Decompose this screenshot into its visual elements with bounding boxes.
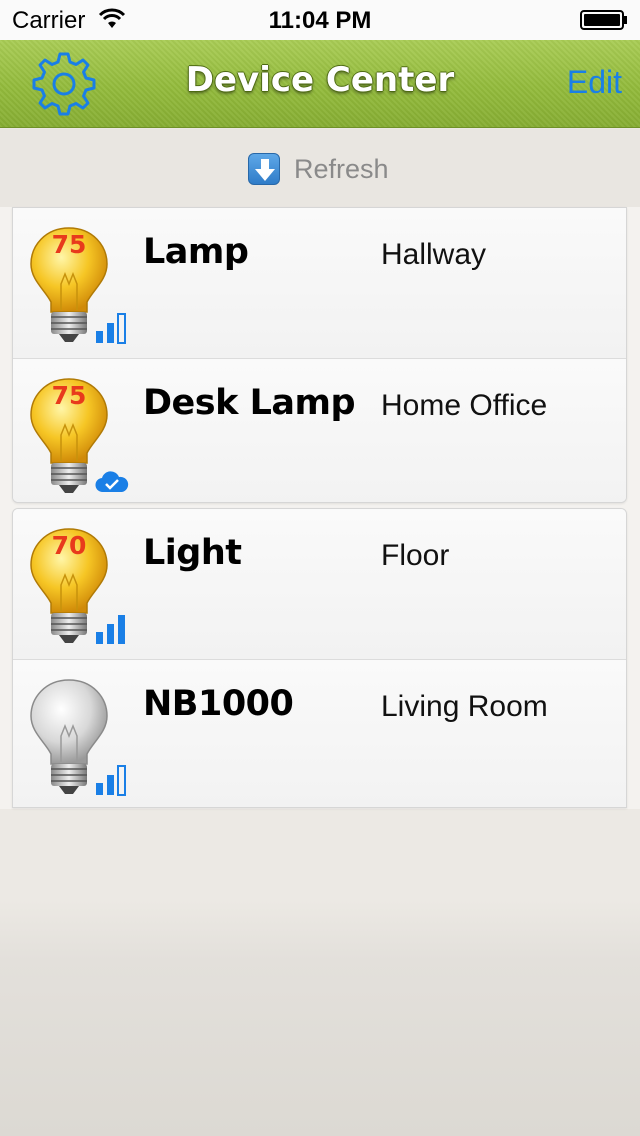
device-row[interactable]: 75 Lamp Hallway xyxy=(13,208,626,358)
page-title: Device Center xyxy=(185,60,455,100)
refresh-bar: Refresh xyxy=(0,129,640,207)
signal-icon xyxy=(96,765,126,796)
download-arrow-icon xyxy=(248,153,280,185)
device-group: 70 Light Floor NB1000 Living Room xyxy=(12,508,627,808)
device-group: 75 Lamp Hallway 75 Desk Lamp Home Office xyxy=(12,207,627,503)
refresh-button[interactable]: Refresh xyxy=(248,151,389,187)
clock: 11:04 PM xyxy=(268,7,372,34)
device-row[interactable]: NB1000 Living Room xyxy=(13,659,626,807)
dim-level: 75 xyxy=(51,230,87,259)
device-location: Floor xyxy=(381,539,450,572)
edit-button[interactable]: Edit xyxy=(567,64,622,101)
refresh-label: Refresh xyxy=(294,153,389,184)
device-row[interactable]: 75 Desk Lamp Home Office xyxy=(13,358,626,502)
battery-icon xyxy=(580,10,627,30)
nav-bar: Device Center Edit xyxy=(0,40,640,128)
device-name: NB1000 xyxy=(143,684,294,724)
device-name: Desk Lamp xyxy=(143,383,356,423)
dim-level: 70 xyxy=(51,531,87,560)
dim-level: 75 xyxy=(51,381,87,410)
device-row[interactable]: 70 Light Floor xyxy=(13,509,626,659)
signal-icon xyxy=(96,615,125,644)
device-location: Living Room xyxy=(381,690,548,723)
device-location: Home Office xyxy=(381,389,548,422)
device-name: Lamp xyxy=(143,232,249,272)
device-name: Light xyxy=(143,533,242,573)
cloud-check-icon xyxy=(95,471,129,493)
signal-icon xyxy=(96,313,126,344)
status-bar: Carrier 11:04 PM xyxy=(0,0,640,40)
device-location: Hallway xyxy=(381,238,487,271)
